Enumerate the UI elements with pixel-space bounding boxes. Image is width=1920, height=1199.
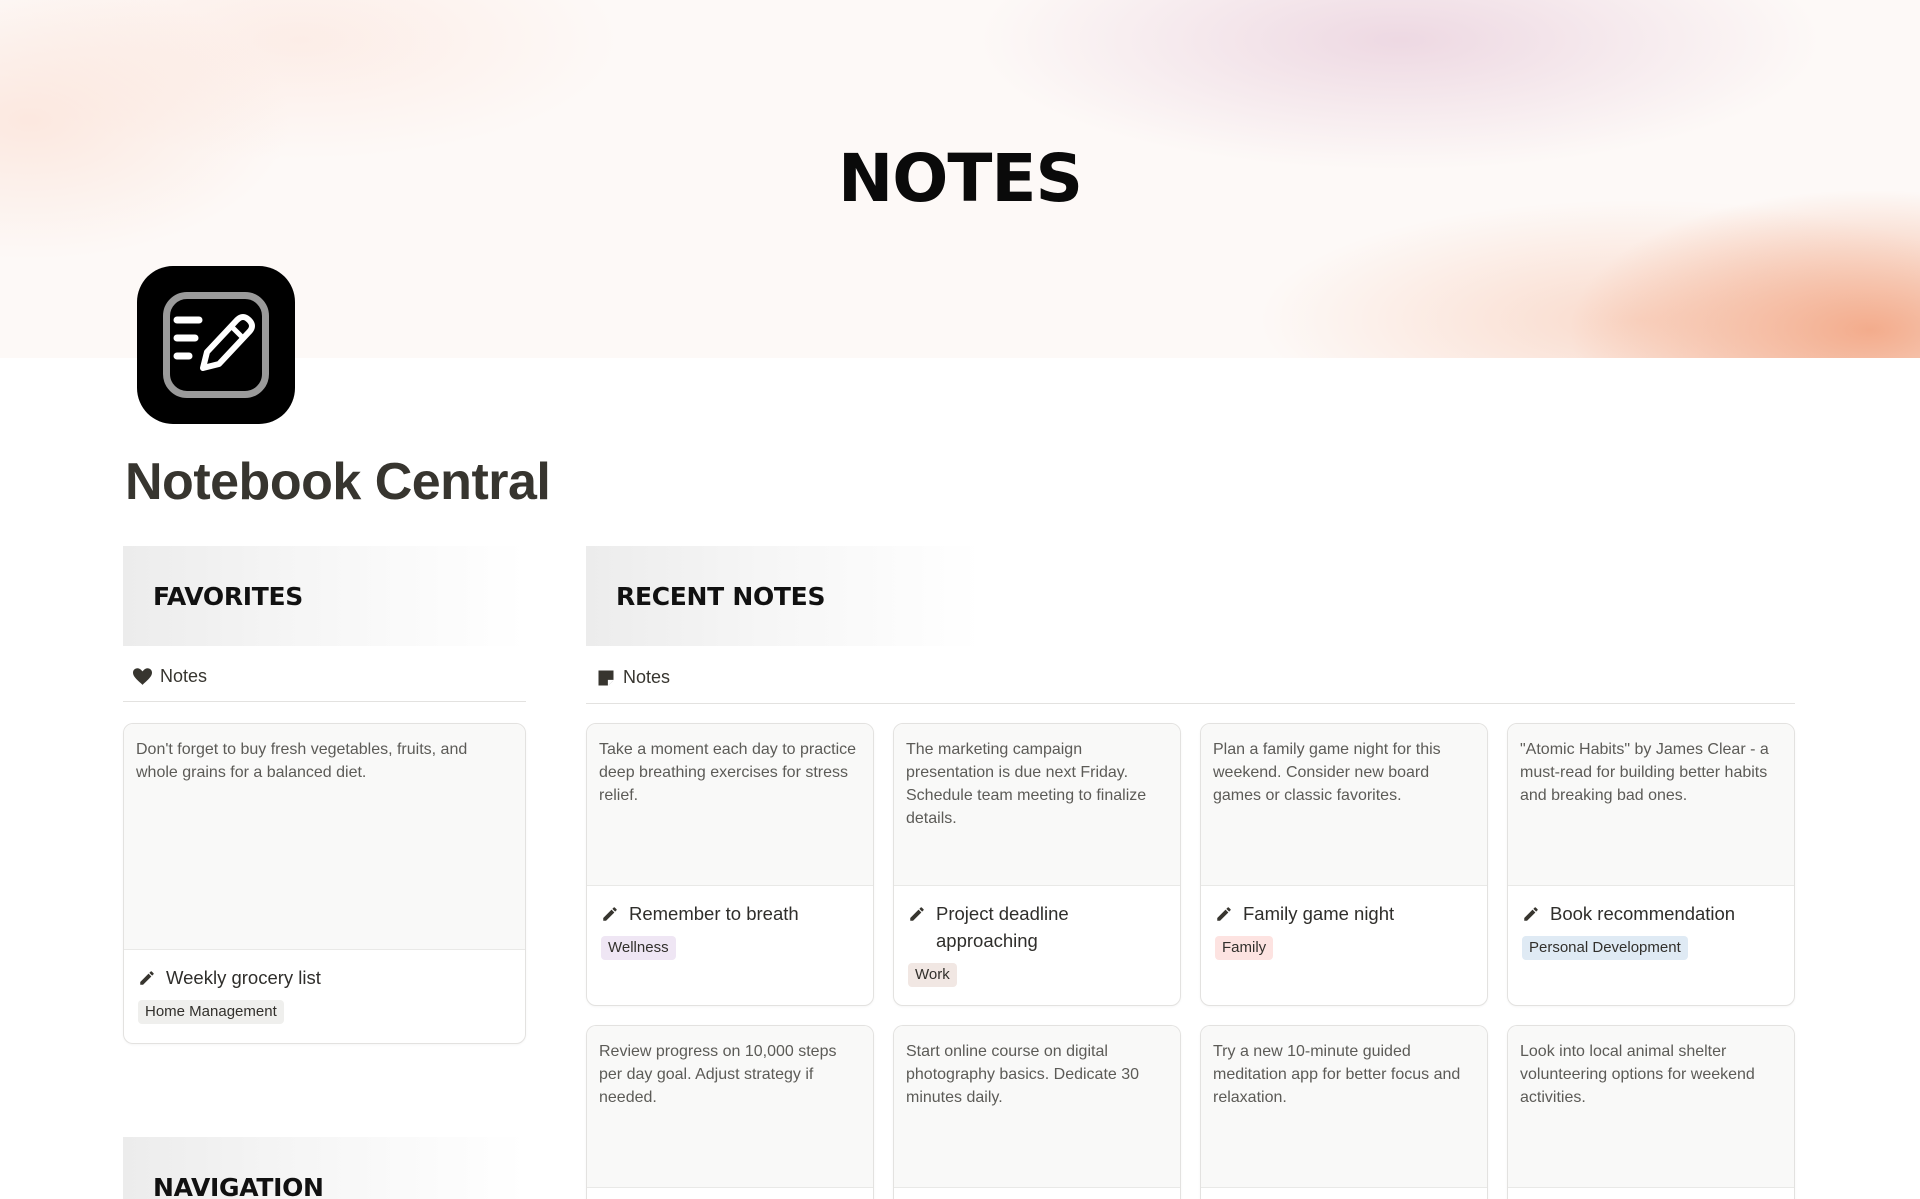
- recent-notes-header-label: RECENT NOTES: [616, 582, 826, 611]
- note-preview: Plan a family game night for this weeken…: [1201, 724, 1487, 886]
- recent-view-tab[interactable]: Notes: [597, 667, 670, 688]
- heart-icon: [133, 668, 152, 685]
- note-preview: Don't forget to buy fresh vegetables, fr…: [124, 724, 525, 950]
- tag-personal-development: Personal Development: [1522, 936, 1688, 960]
- tag-family: Family: [1215, 936, 1274, 960]
- note-card[interactable]: Plan a family game night for this weeken…: [1200, 723, 1488, 1006]
- pencil-lines-graphic: [173, 314, 255, 371]
- tag-wellness: Wellness: [601, 936, 676, 960]
- navigation-header-label: NAVIGATION: [153, 1173, 324, 1199]
- note-preview: Take a moment each day to practice deep …: [587, 724, 873, 886]
- pencil-icon: [1524, 907, 1538, 921]
- note-preview: Start online course on digital photograp…: [894, 1026, 1180, 1188]
- note-preview: "Atomic Habits" by James Clear - a must-…: [1508, 724, 1794, 886]
- recent-view-label: Notes: [623, 667, 671, 687]
- note-card[interactable]: Look into local animal shelter volunteer…: [1507, 1025, 1795, 1199]
- recent-divider: [586, 703, 1795, 704]
- note-title: Weekly grocery list: [166, 967, 321, 988]
- note-preview: The marketing campaign presentation is d…: [894, 724, 1180, 886]
- navigation-header: NAVIGATION: [123, 1137, 526, 1199]
- tag-work: Work: [908, 963, 957, 987]
- note-card[interactable]: "Atomic Habits" by James Clear - a must-…: [1507, 723, 1795, 1006]
- note-card[interactable]: Try a new 10-minute guided meditation ap…: [1200, 1025, 1488, 1199]
- pencil-icon: [910, 907, 924, 921]
- note-title: Family game night: [1243, 903, 1395, 924]
- tag-home-management: Home Management: [138, 1000, 284, 1024]
- note-preview: Try a new 10-minute guided meditation ap…: [1201, 1026, 1487, 1188]
- pencil-icon: [1217, 907, 1231, 921]
- note-title: Project deadline approaching: [936, 903, 1069, 951]
- favorites-view-tab[interactable]: Notes: [133, 666, 207, 687]
- note-preview: Look into local animal shelter volunteer…: [1508, 1026, 1794, 1188]
- recent-notes-header: RECENT NOTES: [586, 546, 981, 646]
- note-card[interactable]: Don't forget to buy fresh vegetables, fr…: [123, 723, 526, 1044]
- favorites-header-label: FAVORITES: [153, 582, 304, 611]
- note-preview: Review progress on 10,000 steps per day …: [587, 1026, 873, 1188]
- favorites-view-label: Notes: [160, 666, 208, 686]
- note-title: Book recommendation: [1550, 903, 1736, 924]
- notebook-pencil-icon[interactable]: [137, 266, 295, 424]
- favorites-header: FAVORITES: [123, 546, 526, 646]
- note-card[interactable]: Review progress on 10,000 steps per day …: [586, 1025, 874, 1199]
- note-card[interactable]: Start online course on digital photograp…: [893, 1025, 1181, 1199]
- note-title: Remember to breath: [629, 903, 799, 924]
- page-title[interactable]: Notebook Central: [125, 452, 551, 512]
- note-card[interactable]: Take a moment each day to practice deep …: [586, 723, 874, 1006]
- note-card[interactable]: The marketing campaign presentation is d…: [893, 723, 1181, 1006]
- favorites-divider: [123, 701, 526, 702]
- pencil-icon: [603, 907, 617, 921]
- cover-title: NOTES: [838, 140, 1083, 217]
- pencil-icon: [140, 971, 154, 985]
- sticky-note-icon: [598, 670, 614, 685]
